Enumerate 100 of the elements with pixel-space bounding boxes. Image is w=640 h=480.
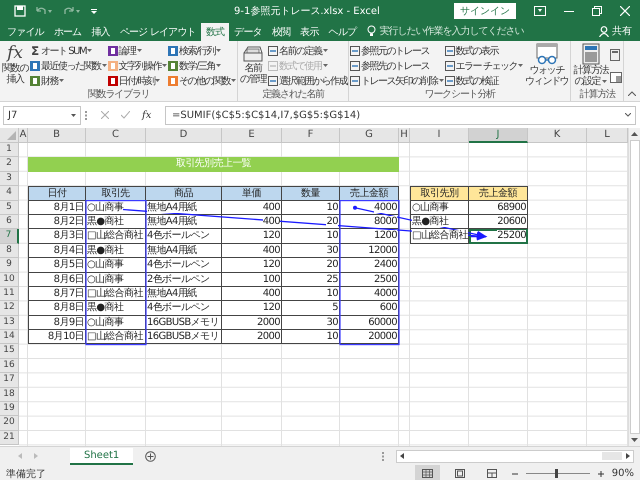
column-header[interactable]: A [19,128,28,143]
row-header[interactable]: 4 [0,186,19,202]
row-header[interactable]: 2 [0,157,19,172]
row-header[interactable]: 7 [0,229,19,244]
ribbon-button[interactable]: 文字列操作 [108,58,168,72]
column-header[interactable]: B [28,128,86,143]
ribbon-button[interactable]: 最近使った関数 [30,58,107,72]
zoom-level[interactable]: 90% [612,468,634,479]
column-header[interactable]: D [146,128,222,143]
row-header[interactable]: 13 [0,316,19,330]
ribbon-button[interactable]: 検索/行列 [168,44,236,58]
ribbon-tab[interactable]: データ [229,23,267,41]
ribbon-button[interactable]: 参照先のトレース [350,58,444,72]
ribbon-button[interactable]: Σ オート SUM [30,44,107,58]
row-header[interactable]: 16 [0,358,19,374]
row-header[interactable]: 1 [0,143,19,158]
column-header[interactable]: H [399,128,410,143]
scroll-down-icon[interactable] [631,438,638,442]
restore-icon[interactable] [592,6,602,16]
row-header[interactable]: 6 [0,214,19,230]
ribbon-button[interactable]: 論理 [108,44,168,58]
row-header[interactable]: 3 [0,172,19,186]
column-header[interactable]: K [528,128,587,143]
ribbon-tab[interactable]: 数式 [200,23,230,41]
ribbon-button[interactable]: fx 関数の 挿入 [1,43,30,85]
name-box[interactable]: J7 [3,106,81,124]
ribbon-button[interactable]: 日付/時刻 [108,74,168,88]
row-header[interactable]: 12 [0,301,19,316]
ribbon-tab[interactable]: 表示 [295,23,324,41]
horizontal-scrollbar[interactable] [396,450,634,462]
sign-in-button[interactable]: サインイン [454,3,516,19]
table-cell: 10 [282,229,340,244]
row-header[interactable]: 10 [0,272,19,287]
row-header[interactable]: 19 [0,402,19,416]
redo-icon[interactable] [62,5,82,17]
ribbon-button[interactable]: 参照元のトレース [350,44,444,58]
ribbon-button[interactable]: 選択範囲から作成 [268,74,348,88]
table-cell: 無地A4用紙 [146,286,222,302]
zoom-in-icon[interactable] [598,470,604,476]
ribbon-button[interactable]: 数式の検証 [444,74,523,88]
ribbon-button[interactable]: エラー チェック [444,58,523,72]
ribbon-button[interactable]: 計算方法 の設定 [572,43,610,87]
table-cell: 25 [282,272,340,287]
column-header[interactable]: E [222,128,282,143]
table-cell: 25200 [469,229,528,244]
ribbon-button[interactable]: トレース矢印の削除 [350,74,444,88]
vertical-scrollbar[interactable] [628,128,640,446]
ribbon-button[interactable]: 名前 の管理 [239,43,268,85]
ribbon-button[interactable]: 数式の表示 [444,44,523,58]
ribbon-tab[interactable]: 挿入 [86,23,115,41]
save-icon[interactable] [14,5,26,17]
scroll-right-icon[interactable] [626,453,630,459]
row-header[interactable]: 14 [0,330,19,344]
ribbon-tab[interactable]: ヘルプ [324,23,362,41]
ribbon-button[interactable]: 財務 [30,74,107,88]
ribbon-tab[interactable]: ファイル [2,23,49,41]
ribbon-tab[interactable]: ページ レイアウト [114,23,201,41]
row-header[interactable]: 21 [0,430,19,446]
column-header[interactable]: L [587,128,628,143]
ribbon-display-icon[interactable] [534,6,546,16]
column-header[interactable]: G [340,128,399,143]
table-cell: 2色ボールペン [146,272,222,287]
ribbon-tab[interactable]: ホーム [48,23,86,41]
ribbon-tab[interactable]: 校閲 [266,23,296,41]
normal-view-button[interactable] [414,465,440,480]
row-header[interactable]: 11 [0,286,19,302]
insert-function-button[interactable]: fx [142,110,152,120]
close-icon[interactable] [620,6,630,16]
sheet-tab[interactable]: Sheet1 [70,448,134,464]
ribbon-group-label: ワークシート分析 [424,88,497,101]
ribbon-button[interactable]: その他の関数 [168,74,236,88]
zoom-out-icon[interactable] [512,470,518,476]
formula-field[interactable]: =SUMIF($C$5:$C$14,I7,$G$5:$G$14) [165,106,636,124]
add-sheet-icon[interactable] [145,450,156,462]
row-header[interactable]: 8 [0,244,19,258]
column-header[interactable]: J [469,128,528,143]
calculator-icon[interactable] [610,48,620,60]
undo-icon[interactable] [34,5,54,17]
scroll-up-icon[interactable] [631,132,638,136]
row-header[interactable]: 9 [0,258,19,273]
row-header[interactable]: 15 [0,344,19,359]
column-header[interactable]: C [86,128,146,143]
tell-me-search[interactable]: 実行したい作業を入力してください [379,24,524,41]
ribbon-group-label: 関数ライブラリ [86,88,150,101]
check-icon[interactable] [121,111,130,119]
row-header[interactable]: 20 [0,416,19,431]
row-header[interactable]: 18 [0,388,19,402]
page-break-icon [486,469,497,478]
row-header[interactable]: 5 [0,200,19,215]
collapse-ribbon-icon[interactable] [628,91,636,96]
column-header[interactable]: F [282,128,340,143]
ribbon-button[interactable]: ウォッチ ウィンドウ [524,43,570,87]
ribbon-button[interactable]: 名前の定義 [268,44,348,58]
row-header[interactable]: 17 [0,373,19,388]
ribbon-button[interactable]: 数学/三角 [168,58,236,72]
calculator-sheet-icon[interactable] [610,72,622,82]
scroll-left-icon[interactable] [400,453,404,459]
share-button[interactable]: 共有 [599,24,640,41]
table-cell: 黒●商社 [86,214,146,230]
column-header[interactable]: I [410,128,469,143]
